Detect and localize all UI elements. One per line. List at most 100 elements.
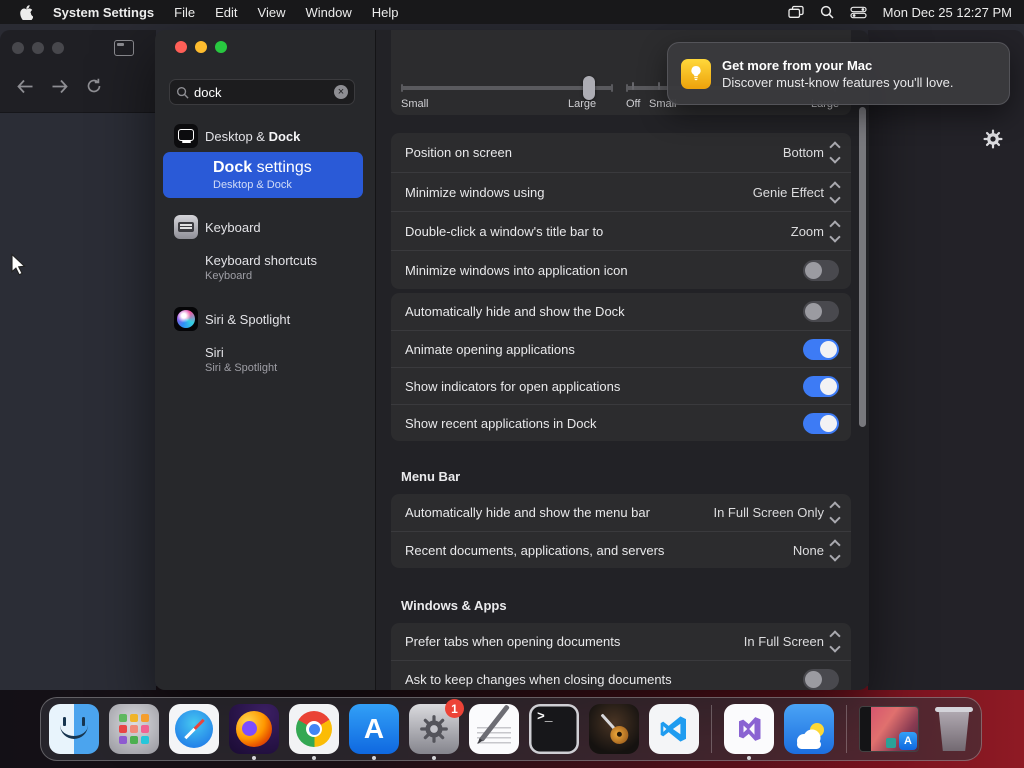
refresh-icon[interactable] (86, 78, 102, 94)
search-input[interactable] (194, 84, 334, 100)
zoom-icon[interactable] (215, 41, 227, 53)
close-icon[interactable] (175, 41, 187, 53)
dock-system-settings-icon[interactable]: 1 (409, 699, 464, 760)
setting-row-minimize-effect[interactable]: Minimize windows using Genie Effect (391, 172, 851, 211)
background-app-window[interactable] (868, 30, 1024, 690)
background-browser-window[interactable] (0, 30, 156, 690)
menu-view[interactable]: View (248, 5, 296, 20)
dock-divider (846, 705, 847, 753)
siri-icon (174, 307, 198, 331)
minimize-icon[interactable] (195, 41, 207, 53)
sidebar-item-keyboard-shortcuts[interactable]: Keyboard shortcuts Keyboard (155, 249, 375, 285)
dock: A 1 >_ A (40, 697, 982, 761)
dock-visual-studio-icon[interactable] (724, 704, 774, 760)
tips-lightbulb-icon (681, 58, 711, 89)
open-indicator-dot (252, 756, 256, 760)
dropdown-value: Bottom (782, 145, 824, 160)
open-indicator-dot (312, 756, 316, 760)
setting-row-autohide-dock[interactable]: Automatically hide and show the Dock (391, 293, 851, 330)
forward-arrow-icon[interactable] (51, 79, 69, 94)
apple-menu-icon[interactable] (14, 4, 39, 20)
setting-row-animate-opening[interactable]: Animate opening applications (391, 330, 851, 367)
dock-finder-icon[interactable] (49, 704, 99, 754)
setting-row-minimize-into-icon[interactable]: Minimize windows into application icon (391, 250, 851, 289)
result-title: Siri (205, 344, 224, 360)
setting-row-prefer-tabs[interactable]: Prefer tabs when opening documents In Fu… (391, 623, 851, 660)
notification-title: Get more from your Mac (722, 57, 873, 73)
gear-icon[interactable] (982, 128, 1004, 155)
settings-content: Small Large Off Small Large Position on … (376, 30, 869, 690)
mag-off-label: Off (626, 98, 641, 110)
dropdown-stepper-icon[interactable] (829, 630, 841, 653)
setting-label: Automatically hide and show the Dock (405, 304, 625, 319)
dock-minimized-window-thumbnail[interactable]: A (859, 706, 919, 752)
setting-row-position[interactable]: Position on screen Bottom (391, 133, 851, 172)
toggle-switch[interactable] (803, 412, 839, 434)
system-settings-window: × Desktop & Dock Dock settings Desktop &… (155, 30, 869, 690)
inactive-close-icon[interactable] (12, 42, 24, 54)
dock-launchpad-icon[interactable] (109, 704, 159, 754)
setting-row-doubleclick[interactable]: Double-click a window's title bar to Zoo… (391, 211, 851, 250)
dropdown-stepper-icon[interactable] (829, 141, 841, 164)
search-field[interactable]: × (169, 79, 355, 105)
notification-body: Discover must-know features you'll love. (722, 74, 954, 90)
setting-row-show-indicators[interactable]: Show indicators for open applications (391, 367, 851, 404)
dropdown-stepper-icon[interactable] (829, 538, 841, 562)
setting-row-ask-keep-changes[interactable]: Ask to keep changes when closing documen… (391, 660, 851, 690)
dock-textedit-icon[interactable] (469, 704, 519, 754)
open-indicator-dot (372, 756, 376, 760)
sidebar-toggle-icon[interactable] (114, 40, 134, 56)
inactive-minimize-icon[interactable] (32, 42, 44, 54)
dock-size-slider-thumb[interactable] (583, 76, 595, 100)
spotlight-search-icon[interactable] (820, 5, 834, 19)
menu-file[interactable]: File (164, 5, 205, 20)
result-subtitle: Keyboard (205, 269, 253, 282)
toggle-switch[interactable] (803, 338, 839, 360)
result-subtitle: Siri & Spotlight (205, 361, 278, 374)
toggle-switch[interactable] (803, 259, 839, 281)
sidebar-item-keyboard[interactable]: Keyboard (155, 212, 375, 242)
dock-garageband-icon[interactable] (589, 704, 639, 754)
result-title: Keyboard shortcuts (205, 252, 318, 268)
app-menu-title[interactable]: System Settings (43, 5, 164, 20)
toggle-switch[interactable] (803, 668, 839, 690)
menu-bar-clock[interactable]: Mon Dec 25 12:27 PM (883, 5, 1012, 20)
dropdown-stepper-icon[interactable] (829, 180, 841, 204)
toggle-switch[interactable] (803, 375, 839, 397)
sidebar-item-siri[interactable]: Siri Siri & Spotlight (155, 341, 375, 377)
sidebar-item-dock-settings[interactable]: Dock settings Desktop & Dock (163, 152, 363, 198)
dock-safari-icon[interactable] (169, 704, 219, 754)
inactive-zoom-icon[interactable] (52, 42, 64, 54)
dropdown-value: Zoom (790, 223, 824, 239)
dock-toggles-group: Automatically hide and show the Dock Ani… (391, 293, 851, 441)
dock-trash-icon[interactable] (929, 704, 979, 754)
stage-manager-icon[interactable] (787, 5, 804, 19)
sidebar-item-desktop-dock[interactable]: Desktop & Dock (155, 121, 375, 151)
dock-weather-icon[interactable] (784, 704, 834, 754)
notification-banner[interactable]: Get more from your Mac Discover must-kno… (667, 42, 1010, 105)
menu-edit[interactable]: Edit (205, 5, 247, 20)
menu-help[interactable]: Help (362, 5, 409, 20)
dock-firefox-icon[interactable] (229, 704, 279, 760)
setting-label: Show recent applications in Dock (405, 415, 597, 431)
dock-app-store-icon[interactable]: A (349, 704, 399, 760)
clear-search-icon[interactable]: × (334, 85, 348, 99)
section-header-menu-bar: Menu Bar (401, 469, 461, 484)
menu-window[interactable]: Window (295, 5, 361, 20)
toggle-switch[interactable] (803, 301, 839, 322)
sidebar-item-siri-spotlight[interactable]: Siri & Spotlight (155, 304, 375, 334)
scrollbar-thumb[interactable] (859, 107, 866, 427)
setting-row-recent-documents[interactable]: Recent documents, applications, and serv… (391, 531, 851, 568)
setting-label: Automatically hide and show the menu bar (405, 505, 650, 520)
dropdown-stepper-icon[interactable] (829, 501, 841, 524)
dropdown-stepper-icon[interactable] (829, 219, 841, 243)
back-arrow-icon[interactable] (16, 79, 34, 94)
setting-row-autohide-menubar[interactable]: Automatically hide and show the menu bar… (391, 494, 851, 531)
dock-chrome-icon[interactable] (289, 704, 339, 760)
dropdown-value: In Full Screen (743, 634, 824, 649)
setting-row-show-recent[interactable]: Show recent applications in Dock (391, 404, 851, 441)
dock-size-slider[interactable] (401, 84, 613, 92)
control-center-icon[interactable] (850, 6, 867, 19)
dock-terminal-icon[interactable]: >_ (529, 704, 579, 754)
dock-vscode-icon[interactable] (649, 704, 699, 754)
